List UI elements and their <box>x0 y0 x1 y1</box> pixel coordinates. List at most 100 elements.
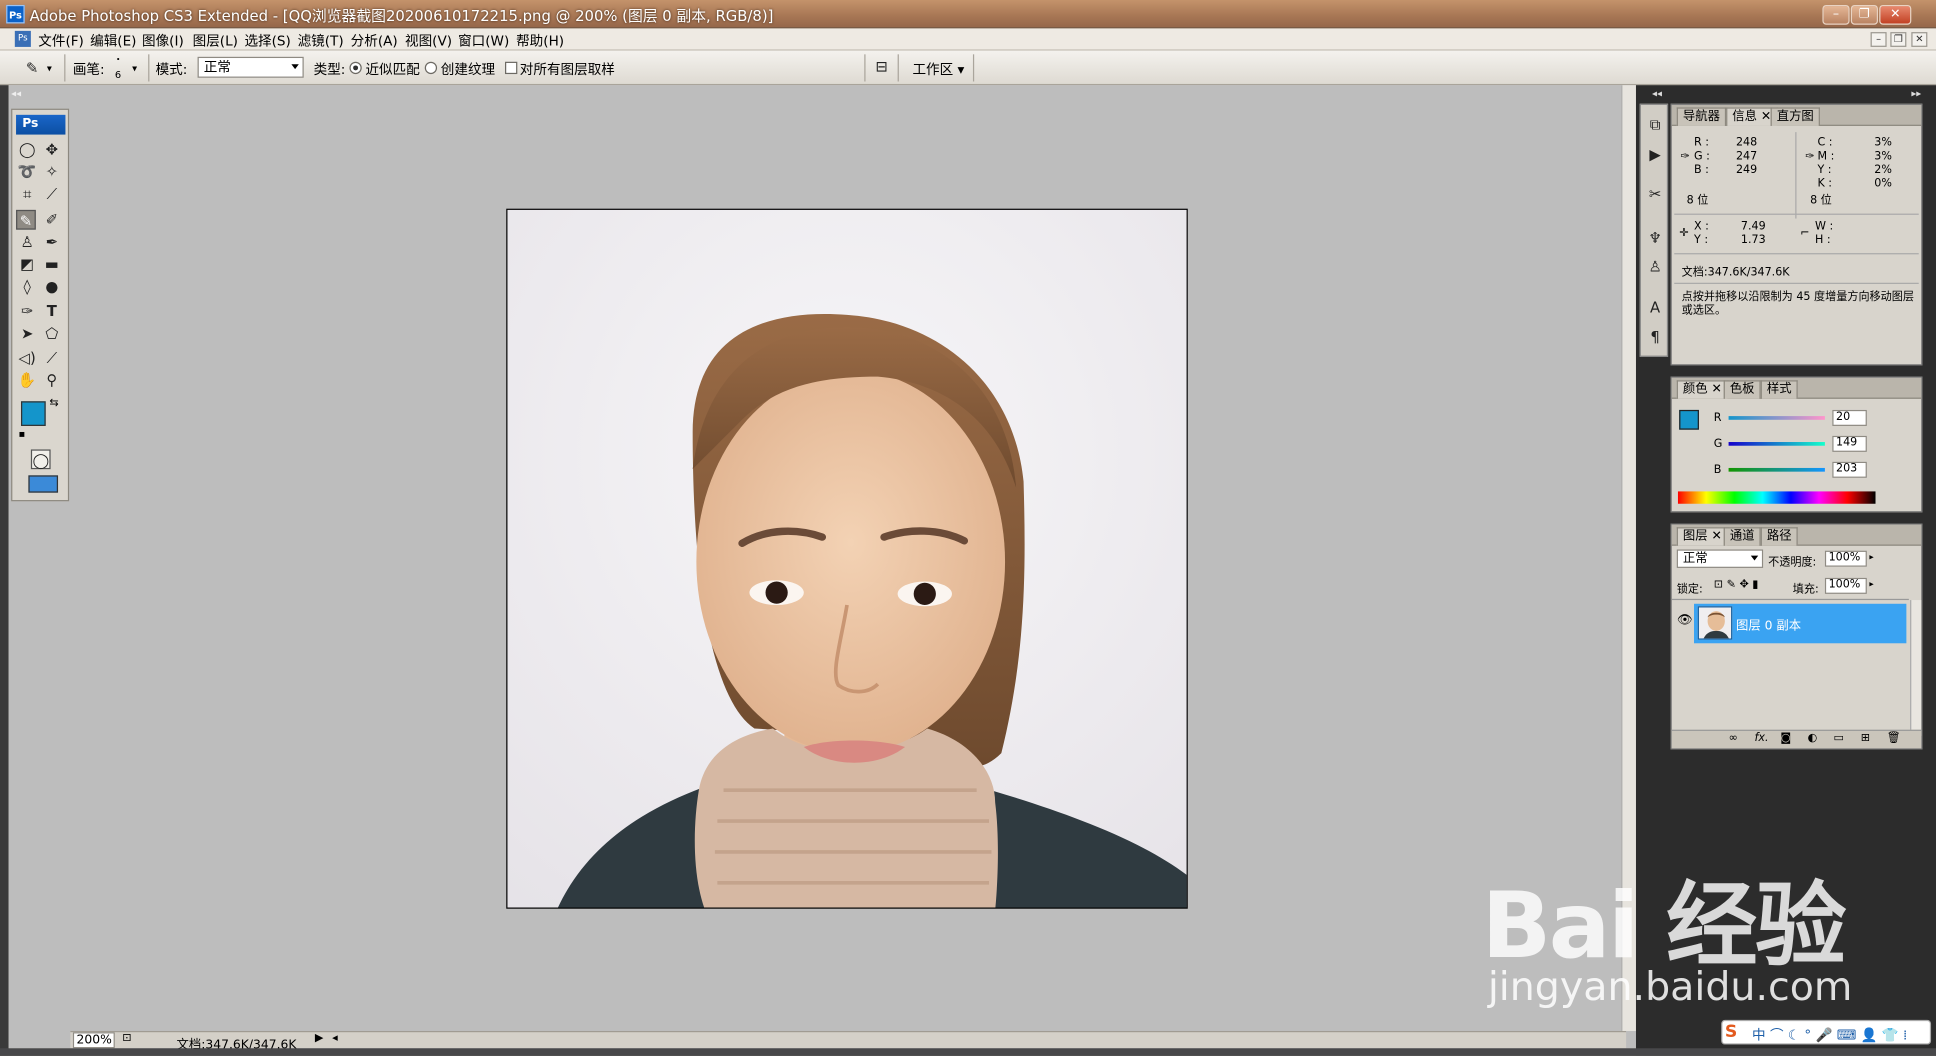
menu-help[interactable]: 帮助(H) <box>516 31 564 51</box>
brush-size[interactable]: 6 <box>115 69 121 80</box>
actions-panel-icon[interactable]: ▶ <box>1645 144 1666 165</box>
opacity-arrow-icon[interactable]: ▸ <box>1869 552 1873 562</box>
blend-mode-select[interactable]: 正常 <box>1676 549 1764 568</box>
shape-icon[interactable]: ⬠ <box>42 323 62 343</box>
lock-icons[interactable]: ⊡ ✎ ✥ ▮ <box>1714 579 1759 591</box>
ime-icons[interactable]: 中 ⌒ ☾ ° 🎤 ⌨ 👤 👕 ⁞ <box>1752 1025 1907 1045</box>
tool-presets-icon[interactable]: ✂ <box>1645 184 1666 205</box>
menu-layer[interactable]: 图层(L) <box>193 31 238 51</box>
eyedropper-icon[interactable]: ✑ <box>1805 151 1814 163</box>
crop-icon[interactable]: ⌗ <box>17 184 37 204</box>
type-texture-label[interactable]: 创建纹理 <box>441 59 495 79</box>
healing-brush-preset-icon[interactable]: ✎ <box>22 58 42 78</box>
type-tool-icon[interactable]: T <box>42 301 62 321</box>
brushes-panel-icon[interactable]: ♆ <box>1645 228 1666 249</box>
color-fg-swatch[interactable] <box>1679 409 1699 430</box>
screen-mode-icon[interactable] <box>28 475 59 493</box>
eraser-icon[interactable]: ◩ <box>17 254 37 274</box>
clone-stamp-icon[interactable]: ♙ <box>17 232 37 252</box>
menu-filter[interactable]: 滤镜(T) <box>298 31 344 51</box>
menu-view[interactable]: 视图(V) <box>405 31 452 51</box>
fx-icon[interactable]: fx. <box>1755 732 1769 744</box>
link-layers-icon[interactable]: ∞ <box>1729 732 1738 744</box>
restore-button[interactable]: ❐ <box>1850 4 1878 25</box>
menu-window[interactable]: 窗口(W) <box>458 31 509 51</box>
color-g-slider[interactable] <box>1728 442 1825 446</box>
mask-icon[interactable]: ◙ <box>1780 732 1791 744</box>
character-panel-icon[interactable]: A <box>1645 298 1666 319</box>
type-texture-radio[interactable] <box>424 61 438 75</box>
path-selection-icon[interactable]: ➤ <box>17 323 37 343</box>
lasso-icon[interactable]: ➰ <box>17 162 37 182</box>
brush-icon[interactable]: ✐ <box>42 210 62 230</box>
dock-collapse-icon[interactable]: ◂◂ <box>1652 88 1662 99</box>
color-r-input[interactable]: 20 <box>1832 409 1867 426</box>
hand-icon[interactable]: ✋ <box>17 370 37 390</box>
color-r-slider[interactable] <box>1728 416 1825 420</box>
dodge-icon[interactable]: ● <box>42 277 62 297</box>
layers-scrollbar[interactable] <box>1910 600 1922 736</box>
workspace-menu-button[interactable]: 工作区 ▾ <box>912 59 964 79</box>
tab-styles[interactable]: 样式 <box>1760 380 1798 399</box>
eyedropper-icon[interactable]: ⟋ <box>42 348 62 368</box>
swap-colors-icon[interactable]: ⇆ <box>49 398 58 410</box>
type-proximity-radio[interactable] <box>349 61 362 75</box>
document-icon[interactable]: Ps <box>14 30 31 47</box>
zoom-icon[interactable]: ⚲ <box>42 370 62 390</box>
pen-icon[interactable]: ✑ <box>17 301 37 321</box>
marquee-icon[interactable]: ◯ <box>17 140 37 160</box>
toolbox-collapse-icon[interactable]: ◂◂ <box>11 88 21 99</box>
foreground-color-swatch[interactable] <box>20 401 46 426</box>
status-arrow-icon[interactable]: ▶ <box>315 1032 324 1044</box>
eye-visibility-icon[interactable]: 👁 <box>1677 614 1693 628</box>
tab-paths[interactable]: 路径 <box>1760 527 1798 546</box>
ime-toolbar[interactable]: S 中 ⌒ ☾ ° 🎤 ⌨ 👤 👕 ⁞ <box>1721 1019 1932 1045</box>
brush-picker-arrow-icon[interactable]: ▾ <box>132 63 137 74</box>
gradient-icon[interactable]: ▬ <box>42 254 62 274</box>
fill-arrow-icon[interactable]: ▸ <box>1869 579 1873 589</box>
close-button[interactable]: ✕ <box>1879 4 1912 25</box>
sample-all-layers-label[interactable]: 对所有图层取样 <box>520 59 615 79</box>
doc-close-button[interactable]: ✕ <box>1911 32 1928 47</box>
image-canvas[interactable] <box>506 208 1188 909</box>
tab-layers[interactable]: 图层 ✕ <box>1676 527 1729 546</box>
tab-color[interactable]: 颜色 ✕ <box>1676 380 1729 399</box>
slice-icon[interactable]: ⟋ <box>42 184 62 204</box>
preset-arrow-icon[interactable]: ▾ <box>47 63 52 74</box>
type-proximity-label[interactable]: 近似匹配 <box>365 59 419 79</box>
menu-image[interactable]: 图像(I) <box>142 31 184 51</box>
dock-expand-icon[interactable]: ▸▸ <box>1911 88 1921 99</box>
opacity-input[interactable]: 100% <box>1824 550 1867 567</box>
taskbar[interactable] <box>0 1048 1936 1056</box>
quick-mask-icon[interactable]: ◯ <box>30 449 51 470</box>
menu-edit[interactable]: 编辑(E) <box>90 31 136 51</box>
tab-histogram[interactable]: 直方图 <box>1770 107 1820 126</box>
group-folder-icon[interactable]: ▭ <box>1834 732 1845 744</box>
tab-navigator[interactable]: 导航器 <box>1676 107 1727 126</box>
magic-wand-icon[interactable]: ✧ <box>42 162 62 182</box>
paragraph-panel-icon[interactable]: ¶ <box>1645 327 1666 348</box>
menu-select[interactable]: 选择(S) <box>244 31 290 51</box>
doc-restore-button[interactable]: ❐ <box>1890 32 1907 47</box>
clone-source-icon[interactable]: ♙ <box>1645 257 1666 278</box>
menu-file[interactable]: 文件(F) <box>38 31 84 51</box>
minimize-button[interactable]: – <box>1822 4 1850 25</box>
tab-swatches[interactable]: 色板 <box>1723 380 1761 399</box>
toolbox-logo[interactable]: Ps <box>16 114 66 135</box>
healing-brush-icon[interactable]: ✎ <box>16 209 36 230</box>
adjustment-layer-icon[interactable]: ◐ <box>1808 732 1818 744</box>
status-menu-icon[interactable]: ⊡ <box>122 1032 131 1044</box>
color-b-input[interactable]: 203 <box>1832 461 1867 478</box>
tab-channels[interactable]: 通道 <box>1723 527 1761 546</box>
palette-well-icon[interactable]: ⊟ <box>872 57 892 77</box>
history-brush-icon[interactable]: ✒ <box>42 232 62 252</box>
doc-minimize-button[interactable]: – <box>1870 32 1887 47</box>
new-layer-icon[interactable]: ⊞ <box>1861 732 1870 744</box>
trash-icon[interactable]: 🗑 <box>1887 732 1901 744</box>
move-icon[interactable]: ✥ <box>42 140 62 160</box>
history-panel-icon[interactable]: ⧉ <box>1645 115 1666 136</box>
zoom-field[interactable]: 200% <box>72 1032 115 1049</box>
color-b-slider[interactable] <box>1728 467 1825 472</box>
sogou-ime-icon[interactable]: S <box>1725 1022 1737 1042</box>
color-spectrum-bar[interactable] <box>1677 491 1876 504</box>
